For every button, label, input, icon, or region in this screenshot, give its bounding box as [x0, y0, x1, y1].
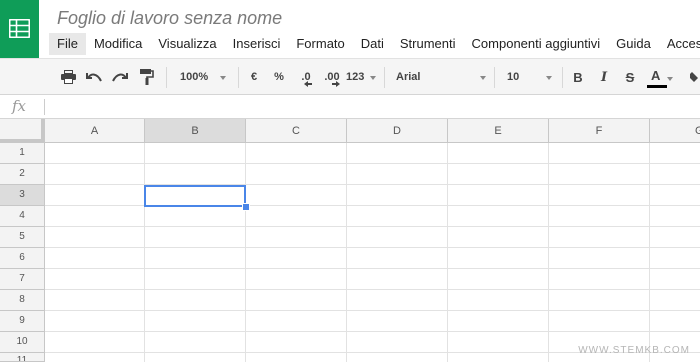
row-header-5[interactable]: 5 — [0, 227, 45, 248]
menu-file[interactable]: File — [49, 33, 86, 55]
menu-data[interactable]: Dati — [353, 33, 392, 55]
font-size-select[interactable]: 10 — [500, 59, 558, 95]
fill-color-button[interactable] — [690, 59, 700, 95]
gridline-vertical — [346, 143, 347, 362]
more-formats-select[interactable]: 123 — [344, 59, 378, 95]
chevron-down-icon — [370, 76, 376, 80]
percent-format-button[interactable]: % — [268, 59, 290, 95]
fill-handle[interactable] — [242, 203, 250, 211]
toolbar-separator — [238, 67, 239, 88]
spreadsheet-grid: A B C D E F G 1 2 3 4 5 6 7 8 9 10 11 — [0, 119, 700, 362]
row-header-8[interactable]: 8 — [0, 290, 45, 311]
row-header-11[interactable]: 11 — [0, 353, 45, 362]
fx-icon: fx — [12, 97, 27, 115]
text-color-label: A — [651, 68, 661, 83]
formula-bar-divider — [44, 99, 45, 115]
arrow-left-icon — [304, 81, 312, 87]
formula-input[interactable] — [50, 97, 690, 116]
paint-format-button[interactable] — [134, 59, 160, 95]
column-header-b[interactable]: B — [145, 119, 246, 143]
row-header-3[interactable]: 3 — [0, 185, 45, 206]
toolbar: 100% € % .0 .00 123 Arial 10 B I S A — [0, 58, 700, 95]
chevron-down-icon — [220, 76, 226, 80]
menu-edit[interactable]: Modifica — [86, 33, 150, 55]
document-title[interactable]: Foglio di lavoro senza nome — [57, 8, 282, 29]
column-header-g[interactable]: G — [650, 119, 700, 143]
menu-insert[interactable]: Inserisci — [225, 33, 289, 55]
gridline-horizontal — [45, 310, 700, 311]
fill-color-icon — [690, 72, 698, 82]
menu-view[interactable]: Visualizza — [150, 33, 224, 55]
strikethrough-button[interactable]: S — [620, 59, 640, 95]
decrease-decimals-button[interactable]: .0 — [294, 59, 318, 95]
print-button[interactable] — [56, 59, 80, 95]
column-header-d[interactable]: D — [347, 119, 448, 143]
paint-format-icon — [140, 69, 154, 85]
more-formats-label: 123 — [346, 71, 365, 83]
font-family-value: Arial — [396, 71, 421, 83]
menu-addons[interactable]: Componenti aggiuntivi — [464, 33, 609, 55]
active-cell-b3[interactable] — [144, 185, 246, 207]
menu-help[interactable]: Guida — [608, 33, 659, 55]
toolbar-separator — [166, 67, 167, 88]
column-header-f[interactable]: F — [549, 119, 650, 143]
menu-accessibility[interactable]: Acces — [659, 33, 700, 55]
row-header-9[interactable]: 9 — [0, 311, 45, 332]
sheets-logo-icon — [9, 19, 30, 38]
menu-format[interactable]: Formato — [288, 33, 352, 55]
italic-button[interactable]: I — [594, 59, 614, 95]
sheets-logo[interactable] — [0, 0, 39, 58]
chevron-down-icon — [480, 76, 486, 80]
gridline-vertical — [548, 143, 549, 362]
zoom-value: 100% — [180, 71, 209, 83]
redo-icon — [112, 73, 128, 82]
menu-tools[interactable]: Strumenti — [392, 33, 464, 55]
column-header-e[interactable]: E — [448, 119, 549, 143]
text-color-swatch — [647, 85, 667, 88]
watermark: WWW.STEMKB.COM — [578, 345, 690, 356]
increase-decimals-button[interactable]: .00 — [320, 59, 344, 95]
toolbar-separator — [494, 67, 495, 88]
toolbar-separator — [384, 67, 385, 88]
undo-button[interactable] — [82, 59, 106, 95]
currency-format-button[interactable]: € — [244, 59, 264, 95]
gridline-vertical — [649, 143, 650, 362]
gridline-horizontal — [45, 247, 700, 248]
chevron-down-icon — [667, 77, 673, 81]
gridline-vertical — [245, 143, 246, 362]
gridline-horizontal — [45, 268, 700, 269]
formula-bar: fx — [0, 95, 700, 119]
gridline-vertical — [144, 143, 145, 362]
gridline-horizontal — [45, 163, 700, 164]
bold-button[interactable]: B — [568, 59, 588, 95]
zoom-select[interactable]: 100% — [174, 59, 230, 95]
row-header-10[interactable]: 10 — [0, 332, 45, 353]
gridline-horizontal — [45, 226, 700, 227]
row-header-6[interactable]: 6 — [0, 248, 45, 269]
row-header-2[interactable]: 2 — [0, 164, 45, 185]
row-header-7[interactable]: 7 — [0, 269, 45, 290]
menu-bar: File Modifica Visualizza Inserisci Forma… — [49, 33, 700, 55]
gridline-horizontal — [45, 289, 700, 290]
gridline-horizontal — [45, 331, 700, 332]
column-header-c[interactable]: C — [246, 119, 347, 143]
undo-icon — [86, 73, 102, 82]
font-family-select[interactable]: Arial — [390, 59, 490, 95]
text-color-button[interactable]: A — [645, 59, 673, 95]
row-header-1[interactable]: 1 — [0, 143, 45, 164]
print-icon — [60, 70, 76, 84]
select-all-corner[interactable] — [0, 119, 45, 143]
font-size-value: 10 — [507, 71, 520, 83]
row-header-4[interactable]: 4 — [0, 206, 45, 227]
toolbar-separator — [562, 67, 563, 88]
redo-button[interactable] — [108, 59, 132, 95]
arrow-right-icon — [332, 81, 340, 87]
gridline-vertical — [447, 143, 448, 362]
chevron-down-icon — [546, 76, 552, 80]
column-header-a[interactable]: A — [45, 119, 145, 143]
